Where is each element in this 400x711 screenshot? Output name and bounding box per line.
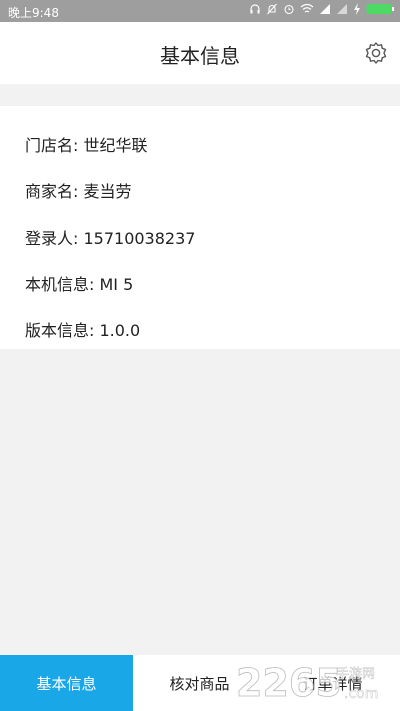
charging-icon bbox=[354, 3, 360, 15]
tab-label: 基本信息 bbox=[36, 674, 97, 693]
gear-icon bbox=[365, 42, 387, 64]
settings-button[interactable] bbox=[364, 41, 388, 65]
tab-order-details[interactable]: 订单详情 bbox=[266, 655, 399, 711]
signal-icon bbox=[337, 4, 347, 14]
version-info: 版本信息: 1.0.0 bbox=[25, 321, 141, 340]
wifi-icon bbox=[300, 3, 314, 13]
page-title: 基本信息 bbox=[160, 44, 240, 68]
battery-icon bbox=[366, 4, 394, 14]
status-time: 晚上9:48 bbox=[8, 6, 59, 20]
alarm-icon bbox=[284, 4, 294, 15]
headphones-icon bbox=[250, 4, 260, 14]
tab-label: 订单详情 bbox=[302, 674, 363, 693]
login-user: 登录人: 15710038237 bbox=[25, 229, 196, 248]
tab-verify-goods[interactable]: 核对商品 bbox=[133, 655, 266, 711]
tab-basic-info[interactable]: 基本信息 bbox=[0, 655, 133, 711]
header: 基本信息 bbox=[0, 22, 400, 84]
status-bar: 晚上9:48 bbox=[0, 0, 400, 22]
device-info: 本机信息: MI 5 bbox=[25, 275, 134, 294]
store-name: 门店名: 世纪华联 bbox=[25, 136, 148, 155]
bottom-nav: 基本信息 核对商品 订单详情 bbox=[0, 655, 400, 711]
merchant-name: 商家名: 麦当劳 bbox=[25, 182, 132, 201]
tab-label: 核对商品 bbox=[169, 674, 230, 693]
signal-icon bbox=[320, 4, 330, 14]
bell-muted-icon bbox=[267, 3, 277, 15]
status-icons bbox=[249, 3, 394, 15]
info-card: 门店名: 世纪华联 商家名: 麦当劳 登录人: 15710038237 本机信息… bbox=[0, 106, 400, 349]
